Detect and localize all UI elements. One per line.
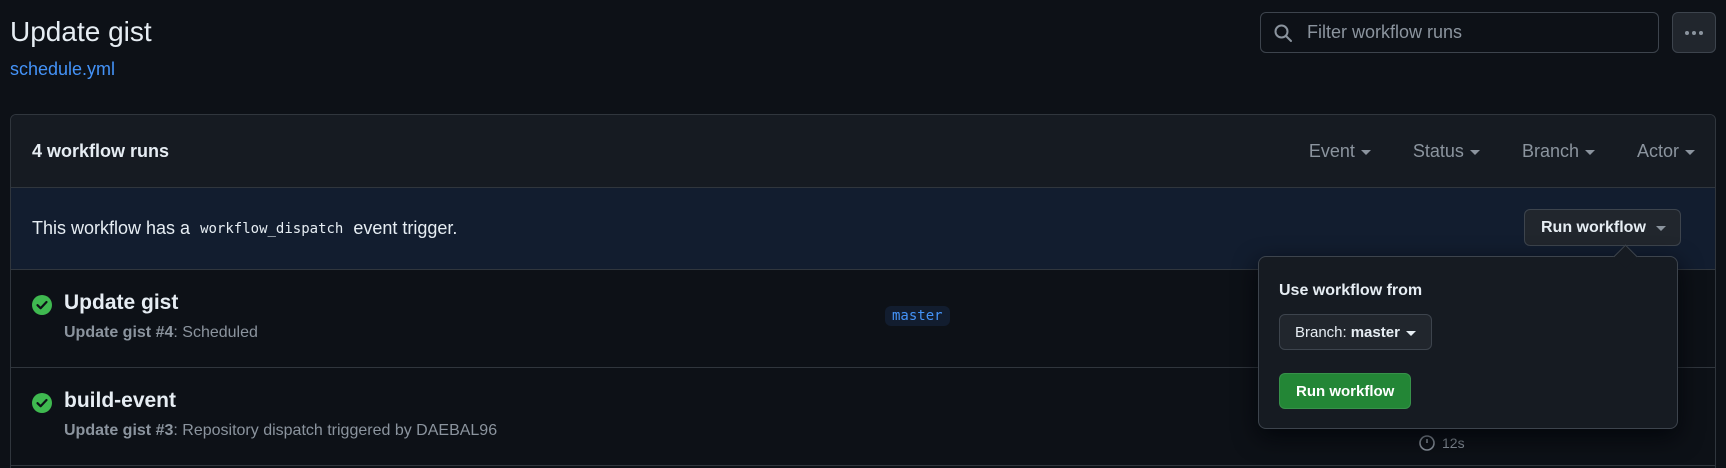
chevron-down-icon <box>1584 149 1595 155</box>
filter-workflow-runs-input[interactable] <box>1305 21 1658 44</box>
filter-workflow-runs-search[interactable] <box>1260 12 1659 53</box>
runs-filters: Event Status Branch Actor <box>1267 115 1695 187</box>
dispatch-message: This workflow has a workflow_dispatch ev… <box>32 218 458 238</box>
run-title-link[interactable]: Update gist <box>64 291 178 315</box>
runs-count: 4 workflow runs <box>32 140 170 161</box>
success-check-icon <box>31 294 53 321</box>
chevron-down-icon <box>1405 330 1416 336</box>
actor-filter-dropdown[interactable]: Actor <box>1637 141 1695 162</box>
run-title-link[interactable]: build-event <box>64 389 176 413</box>
stopwatch-icon <box>1419 435 1435 451</box>
page-title: Update gist <box>10 16 152 47</box>
chevron-down-icon <box>1469 149 1480 155</box>
success-check-icon <box>31 392 53 419</box>
kebab-horizontal-icon <box>1685 30 1703 35</box>
search-icon <box>1273 23 1293 43</box>
workflow-file-link[interactable]: schedule.yml <box>10 59 115 80</box>
run-workflow-dropdown-button[interactable]: Run workflow <box>1524 209 1681 246</box>
more-options-button[interactable] <box>1672 12 1716 53</box>
use-workflow-from-label: Use workflow from <box>1279 282 1423 299</box>
event-filter-dropdown[interactable]: Event <box>1309 141 1371 162</box>
workflow-runs-page: Update gist schedule.yml 4 workflow runs… <box>0 0 1726 468</box>
branch-filter-dropdown[interactable]: Branch <box>1522 141 1595 162</box>
branch-select-button[interactable]: Branch: master <box>1279 314 1432 350</box>
status-filter-dropdown[interactable]: Status <box>1413 141 1480 162</box>
run-subtitle: Update gist #3: Repository dispatch trig… <box>64 422 498 439</box>
chevron-down-icon <box>1655 226 1666 231</box>
run-workflow-submit-button[interactable]: Run workflow <box>1279 373 1412 409</box>
chevron-down-icon <box>1360 149 1371 155</box>
run-workflow-popover: Use workflow from Branch: master Run wor… <box>1258 244 1678 429</box>
branch-label[interactable]: master <box>885 306 950 326</box>
run-subtitle: Update gist #4: Scheduled <box>64 324 258 341</box>
run-duration: 12s <box>1418 434 1465 452</box>
dispatch-event-code: workflow_dispatch <box>200 220 344 237</box>
chevron-down-icon <box>1685 149 1695 155</box>
runs-box-header: 4 workflow runs Event Status Branch Acto… <box>11 115 1715 188</box>
